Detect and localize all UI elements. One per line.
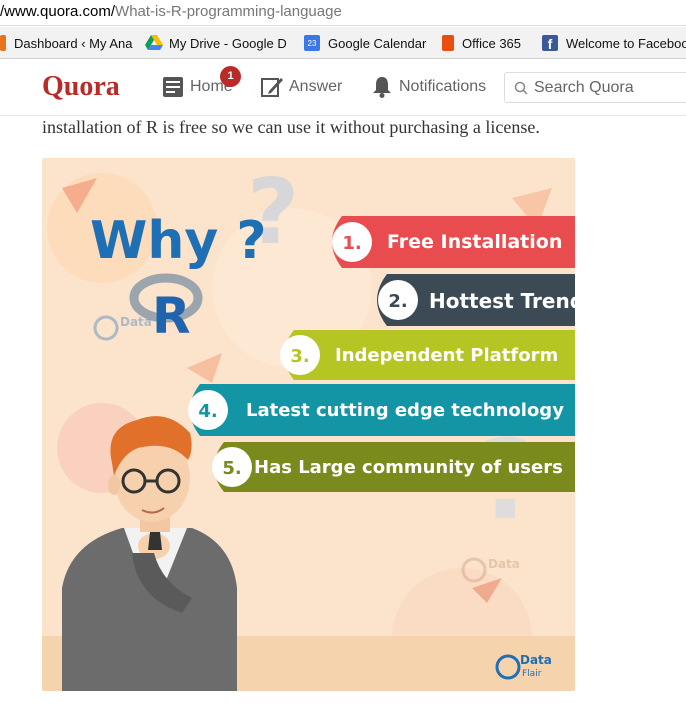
pencil-icon <box>261 78 283 97</box>
bookmark-label: Welcome to Faceboo <box>566 35 686 51</box>
benefit-4-label: Latest cutting edge technology <box>246 400 564 421</box>
wordpress-icon <box>0 35 6 51</box>
quora-logo[interactable]: Quora <box>42 71 120 103</box>
svg-text:Data: Data <box>488 557 520 571</box>
svg-text:5.: 5. <box>222 458 241 479</box>
bookmark-label: My Drive - Google D <box>169 35 287 51</box>
svg-text:2.: 2. <box>388 291 407 312</box>
url-path: What-is-R-programming-language <box>115 3 342 20</box>
bookmark-label: Office 365 <box>462 35 522 51</box>
google-drive-icon <box>145 35 163 51</box>
address-bar[interactable]: /www.quora.com/What-is-R-programming-lan… <box>0 0 686 26</box>
home-notification-badge: 1 <box>220 66 241 87</box>
search-input[interactable] <box>534 78 674 97</box>
answer-text: installation of R is free so we can use … <box>42 117 540 137</box>
url-domain: /www.quora.com/ <box>0 3 116 20</box>
bookmark-label: Google Calendar <box>328 35 427 51</box>
benefit-5-label: Has Large community of users <box>254 457 563 478</box>
bell-icon <box>373 77 391 98</box>
svg-text:3.: 3. <box>290 346 309 367</box>
svg-text:1.: 1. <box>342 233 361 254</box>
bookmark-office-365[interactable]: Office 365 <box>442 35 521 51</box>
svg-text:4.: 4. <box>198 401 217 422</box>
bookmark-google-drive[interactable]: My Drive - Google D <box>145 35 287 51</box>
bookmarks-bar: Dashboard ‹ My Ana My Drive - Google D 2… <box>0 27 686 59</box>
svg-text:Flair: Flair <box>522 669 542 679</box>
search-icon <box>514 81 528 95</box>
bookmark-dashboard[interactable]: Dashboard ‹ My Ana <box>0 35 133 51</box>
infographic-image: ? ? Why ? R Data Data 1. Free Installati… <box>42 158 575 691</box>
office365-icon <box>442 35 454 51</box>
nav-answer[interactable]: Answer <box>261 76 342 98</box>
benefit-3-label: Independent Platform <box>335 345 558 366</box>
svg-text:Data: Data <box>120 315 152 329</box>
google-calendar-icon: 23 <box>304 35 320 51</box>
quora-header: Quora Home Answer Notifications <box>0 60 686 116</box>
why-r-infographic[interactable]: ? ? Why ? R Data Data 1. Free Installati… <box>42 158 575 691</box>
why-heading: Why ? <box>90 211 267 271</box>
home-feed-icon <box>163 77 183 97</box>
bookmark-label: Dashboard ‹ My Ana <box>14 35 133 51</box>
nav-notifications-label: Notifications <box>399 78 487 95</box>
facebook-icon: f <box>542 35 558 52</box>
benefit-2-label: Hottest Trend <box>429 289 575 313</box>
benefit-1-label: Free Installation <box>387 231 562 253</box>
url-text[interactable]: /www.quora.com/What-is-R-programming-lan… <box>0 3 342 20</box>
nav-notifications[interactable]: Notifications <box>371 76 486 98</box>
nav-answer-label: Answer <box>289 78 343 95</box>
bookmark-facebook[interactable]: f Welcome to Faceboo <box>542 35 686 52</box>
search-box[interactable] <box>504 72 686 103</box>
bookmark-google-calendar[interactable]: 23 Google Calendar <box>304 35 426 51</box>
svg-text:Data: Data <box>520 653 552 667</box>
r-letter: R <box>152 287 191 345</box>
